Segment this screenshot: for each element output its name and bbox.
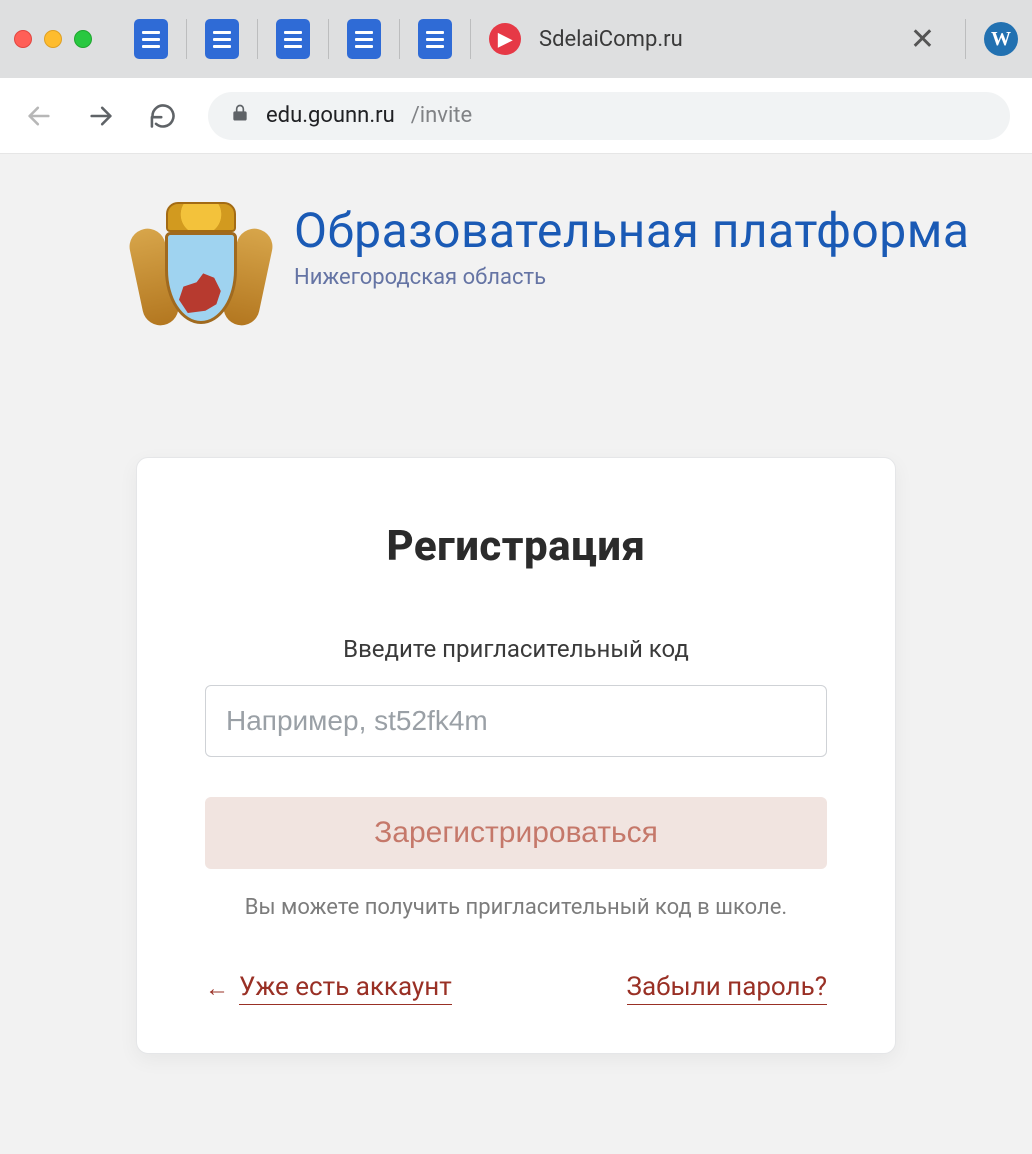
card-heading: Регистрация bbox=[205, 522, 827, 571]
pinned-tab-doc-icon[interactable] bbox=[205, 19, 239, 59]
reload-button[interactable] bbox=[146, 99, 180, 133]
registration-card: Регистрация Введите пригласительный код … bbox=[136, 457, 896, 1054]
url-host: edu.gounn.ru bbox=[266, 103, 395, 128]
pinned-tab-doc-icon[interactable] bbox=[276, 19, 310, 59]
coat-of-arms-icon bbox=[136, 202, 266, 337]
pinned-tab-doc-icon[interactable] bbox=[134, 19, 168, 59]
lock-icon bbox=[230, 103, 250, 129]
invite-hint: Вы можете получить пригласительный код в… bbox=[205, 895, 827, 920]
invite-code-input[interactable] bbox=[205, 685, 827, 757]
window-maximize-button[interactable] bbox=[74, 30, 92, 48]
url-path: /invite bbox=[411, 103, 472, 128]
forward-button[interactable] bbox=[84, 99, 118, 133]
register-button[interactable]: Зарегистрироваться bbox=[205, 797, 827, 869]
back-button[interactable] bbox=[22, 99, 56, 133]
tab-close-button[interactable]: ✕ bbox=[898, 22, 947, 57]
site-brand: Образовательная платформа Нижегородская … bbox=[0, 202, 1032, 337]
pinned-tab-wordpress-icon[interactable]: W bbox=[984, 22, 1018, 56]
page-content: Образовательная платформа Нижегородская … bbox=[0, 154, 1032, 1054]
site-title: Образовательная платформа bbox=[294, 202, 969, 259]
site-subtitle: Нижегородская область bbox=[294, 265, 969, 290]
card-footer-links: ← Уже есть аккаунт Забыли пароль? bbox=[205, 972, 827, 1005]
active-tab-title[interactable]: SdelaiComp.ru bbox=[539, 27, 683, 52]
arrow-left-icon: ← bbox=[205, 974, 229, 1003]
pinned-tab-doc-icon[interactable] bbox=[347, 19, 381, 59]
address-bar[interactable]: edu.gounn.ru/invite bbox=[208, 92, 1010, 140]
tab-separator bbox=[186, 19, 187, 59]
tab-separator bbox=[257, 19, 258, 59]
have-account-link[interactable]: Уже есть аккаунт bbox=[239, 972, 452, 1005]
tab-separator bbox=[328, 19, 329, 59]
pinned-tab-doc-icon[interactable] bbox=[418, 19, 452, 59]
tab-separator bbox=[399, 19, 400, 59]
forgot-password-link[interactable]: Забыли пароль? bbox=[627, 972, 827, 1005]
browser-toolbar: edu.gounn.ru/invite bbox=[0, 78, 1032, 154]
active-tab-favicon: ▶ bbox=[489, 23, 521, 55]
tab-separator bbox=[470, 19, 471, 59]
window-controls bbox=[14, 30, 92, 48]
invite-prompt: Введите пригласительный код bbox=[205, 635, 827, 663]
window-minimize-button[interactable] bbox=[44, 30, 62, 48]
tab-separator bbox=[965, 19, 966, 59]
window-close-button[interactable] bbox=[14, 30, 32, 48]
browser-tab-bar: ▶ SdelaiComp.ru ✕ W bbox=[0, 0, 1032, 78]
